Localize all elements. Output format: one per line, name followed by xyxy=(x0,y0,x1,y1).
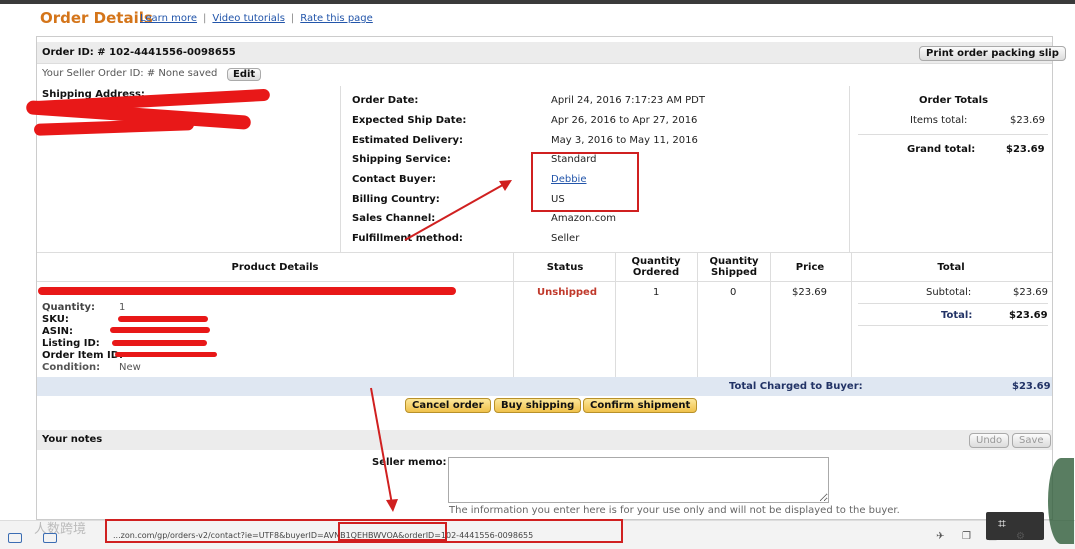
arrow-to-url-head xyxy=(386,499,398,512)
arrow-to-buyer-line xyxy=(404,181,509,241)
arrow-to-url-line xyxy=(370,387,393,505)
annotation-arrows xyxy=(370,180,512,512)
